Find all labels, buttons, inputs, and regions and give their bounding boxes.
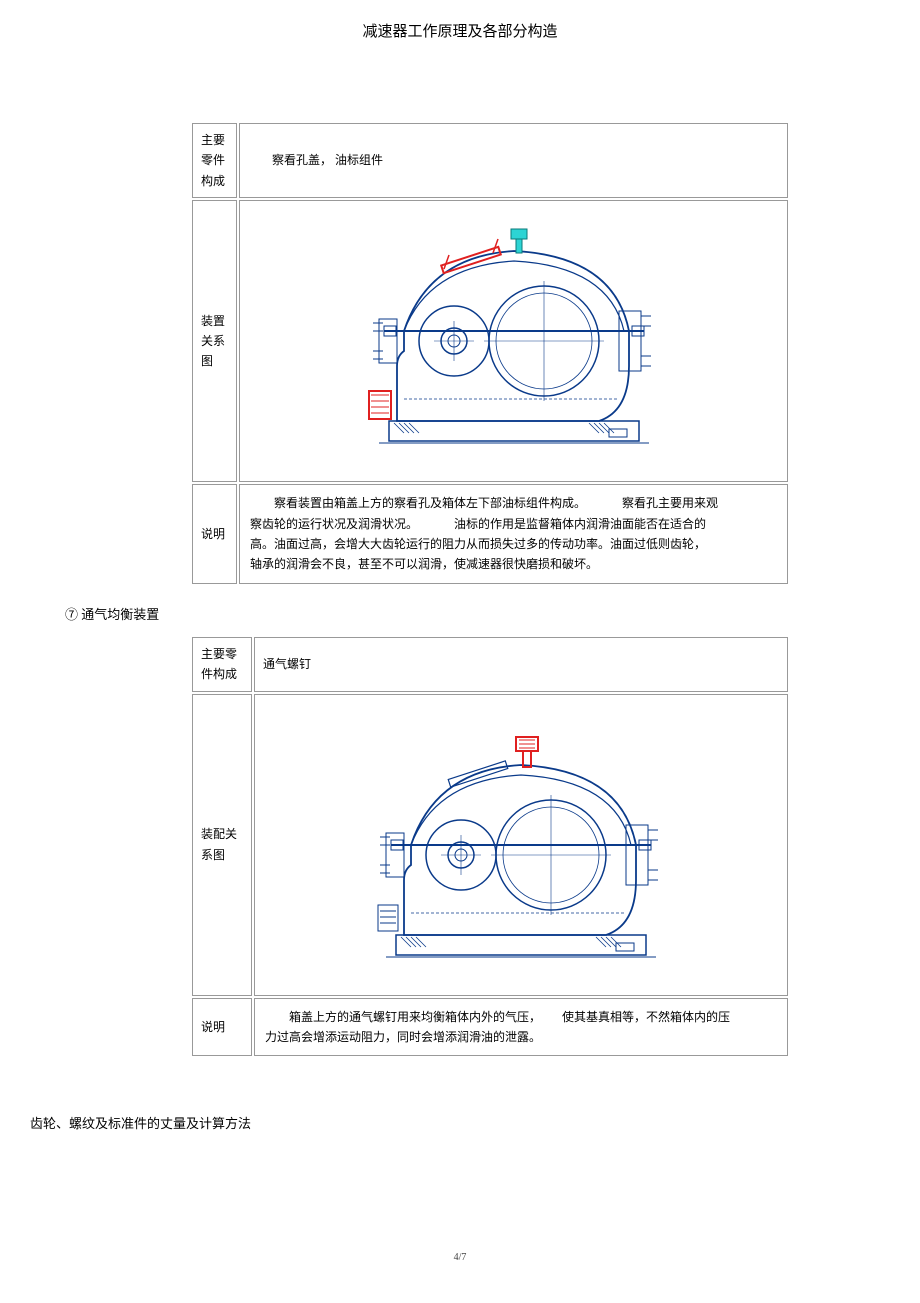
table-row: 装置关系图 (192, 200, 788, 482)
desc-text: 察看孔主要用来观 (622, 496, 718, 510)
table-row: 装配关系图 (192, 694, 788, 996)
cell-label-description: 说明 (192, 998, 252, 1057)
cell-label-components: 主要零件构成 (192, 123, 237, 198)
page-number: 4/7 (30, 1252, 890, 1263)
cell-diagram (239, 200, 788, 482)
desc-text: 高。油面过高，会增大大齿轮运行的阻力从而损失过多的传动功率。油面过低则齿轮， (250, 537, 706, 551)
cell-label-description: 说明 (192, 484, 237, 584)
cell-value-components: 察看孔盖， 油标组件 (239, 123, 788, 198)
cell-value-components: 通气螺钉 (254, 637, 788, 692)
table-inspection-device: 主要零件构成 察看孔盖， 油标组件 装置关系图 (190, 121, 790, 586)
cell-label-diagram: 装置关系图 (192, 200, 237, 482)
page-header-title: 减速器工作原理及各部分构造 (30, 20, 890, 41)
table-row: 说明 察看装置由箱盖上方的察看孔及箱体左下部油标组件构成。 察看孔主要用来观 察… (192, 484, 788, 584)
oil-indicator-highlight (369, 391, 391, 419)
desc-text: 察看装置由箱盖上方的察看孔及箱体左下部油标组件构成。 (274, 496, 586, 510)
reducer-diagram-2 (356, 705, 686, 985)
table-row: 说明 箱盖上方的通气螺钉用来均衡箱体内外的气压， 使其基真相等，不然箱体内的压 … (192, 998, 788, 1057)
vent-plug-highlight (516, 737, 538, 767)
desc-text: 使其基真相等，不然箱体内的压 (562, 1010, 730, 1024)
desc-text: 油标的作用是监督箱体内润滑油面能否在适合的 (454, 517, 706, 531)
desc-text: 察齿轮的运行状况及润滑状况。 (250, 517, 418, 531)
section-7-heading: ⑦ 通气均衡装置 (65, 604, 890, 623)
cell-diagram (254, 694, 788, 996)
bottom-section-heading: 齿轮、螺纹及标准件的丈量及计算方法 (30, 1113, 890, 1132)
table-vent-device: 主要零件构成 通气螺钉 装配关系图 (190, 635, 790, 1059)
table-row: 主要零件构成 察看孔盖， 油标组件 (192, 123, 788, 198)
desc-text: 力过高会增添运动阻力，同时会增添润滑油的泄露。 (265, 1030, 541, 1044)
reducer-diagram-1 (349, 211, 679, 471)
vent-plug (511, 229, 527, 253)
desc-text: 箱盖上方的通气螺钉用来均衡箱体内外的气压， (289, 1010, 541, 1024)
cell-label-diagram: 装配关系图 (192, 694, 252, 996)
cell-label-components: 主要零件构成 (192, 637, 252, 692)
table-row: 主要零件构成 通气螺钉 (192, 637, 788, 692)
components-text: 察看孔盖， 油标组件 (272, 153, 383, 167)
cell-description: 箱盖上方的通气螺钉用来均衡箱体内外的气压， 使其基真相等，不然箱体内的压 力过高… (254, 998, 788, 1057)
cell-description: 察看装置由箱盖上方的察看孔及箱体左下部油标组件构成。 察看孔主要用来观 察齿轮的… (239, 484, 788, 584)
desc-text: 轴承的润滑会不良，甚至不可以润滑，使减速器很快磨损和破坏。 (250, 557, 598, 571)
